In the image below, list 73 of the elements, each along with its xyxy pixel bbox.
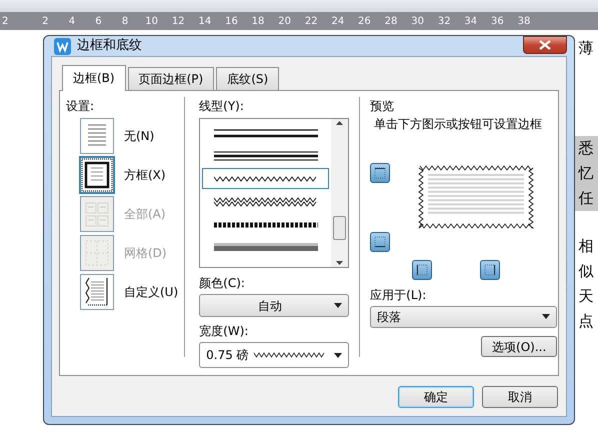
window-title: 边框和底纹 [77,37,142,56]
ruler-number: 26 [357,14,372,28]
color-dropdown[interactable]: 自动 [199,294,350,317]
color-label: 颜色(C): [199,275,246,292]
dialog-tab[interactable]: 边框(B) [62,65,126,91]
scroll-thumb[interactable] [333,216,346,240]
dialog-button[interactable]: 取消 [482,386,558,408]
line-sample-icon [214,196,318,208]
ruler-number: 38 [516,14,532,28]
border-setting-icon [81,158,113,192]
line-sample-icon [214,150,318,162]
wave-line-icon [252,351,325,359]
document-text: 任 [574,186,598,211]
border-setting-option[interactable]: 无(N) [66,118,184,154]
left-border-button[interactable] [412,260,432,280]
ruler-number: 8 [120,14,130,28]
ruler-number: 6 [94,14,103,28]
ruler-number: 34 [463,14,478,28]
top-border-button[interactable] [370,163,390,183]
ruler-number: 12 [170,14,186,28]
line-sample-icon [214,242,318,254]
bottom-border-button[interactable] [370,232,390,252]
scrollbar[interactable] [331,119,348,267]
close-icon [538,40,552,50]
document-text: 天 [578,286,594,307]
caret-icon [542,314,550,320]
ruler-number: 2 [41,14,50,28]
line-style-label: 线型(Y): [199,98,245,115]
document-text: 悉 [574,136,598,161]
border-setting-option[interactable]: 方框(X) [66,157,184,193]
document-text: 薄 [578,38,594,59]
ruler-number: 28 [384,14,398,28]
border-setting-option[interactable]: 自定义(U) [66,274,184,310]
right-border-button[interactable] [480,260,500,280]
line-style-option[interactable] [202,168,330,189]
ruler-number: 20 [277,14,292,28]
scroll-down-icon[interactable] [336,261,344,265]
border-icon [374,236,386,248]
document-text: 相 [578,236,594,257]
ruler-number: 18 [250,14,266,28]
document-text: 似 [578,261,594,282]
scroll-up-icon[interactable] [336,121,344,125]
preview-label: 预览 [370,98,396,115]
line-sample-icon [214,126,318,138]
apply-to-label: 应用于(L): [370,286,428,304]
ruler-number: 30 [410,14,425,28]
ruler-number: 4 [68,14,76,28]
border-icon [484,264,496,276]
ruler-number: 16 [224,14,239,28]
ruler-number: 24 [330,14,346,28]
ruler-number: 36 [490,14,505,28]
apply-to-dropdown[interactable]: 段落 [370,306,558,328]
border-icon [374,167,386,179]
width-label: 宽度(W): [199,323,250,340]
document-text: 忆 [574,161,598,186]
dialog-button[interactable]: 确定 [398,386,474,408]
document-text: 点 [578,311,594,332]
preview-hint: 单击下方图示或按钮可设置边框 [374,116,544,133]
caret-icon [334,352,342,358]
ruler-number: 32 [436,14,452,28]
caret-icon [334,303,342,308]
ruler-number: 2 [2,14,10,28]
ruler-number: 22 [304,14,319,28]
border-icon [416,264,428,276]
settings-label: 设置: [66,98,96,115]
options-button[interactable]: 选项(O)... [481,336,558,357]
ruler-number: 14 [197,14,212,28]
logo-icon [54,38,71,54]
close-button[interactable] [523,36,567,54]
dialog-tab[interactable]: 底纹(S) [216,67,280,90]
dialog-tab[interactable]: 页面边框(P) [128,67,214,90]
ruler-number: 10 [144,14,160,28]
width-dropdown[interactable]: 0.75 磅 [199,342,350,368]
